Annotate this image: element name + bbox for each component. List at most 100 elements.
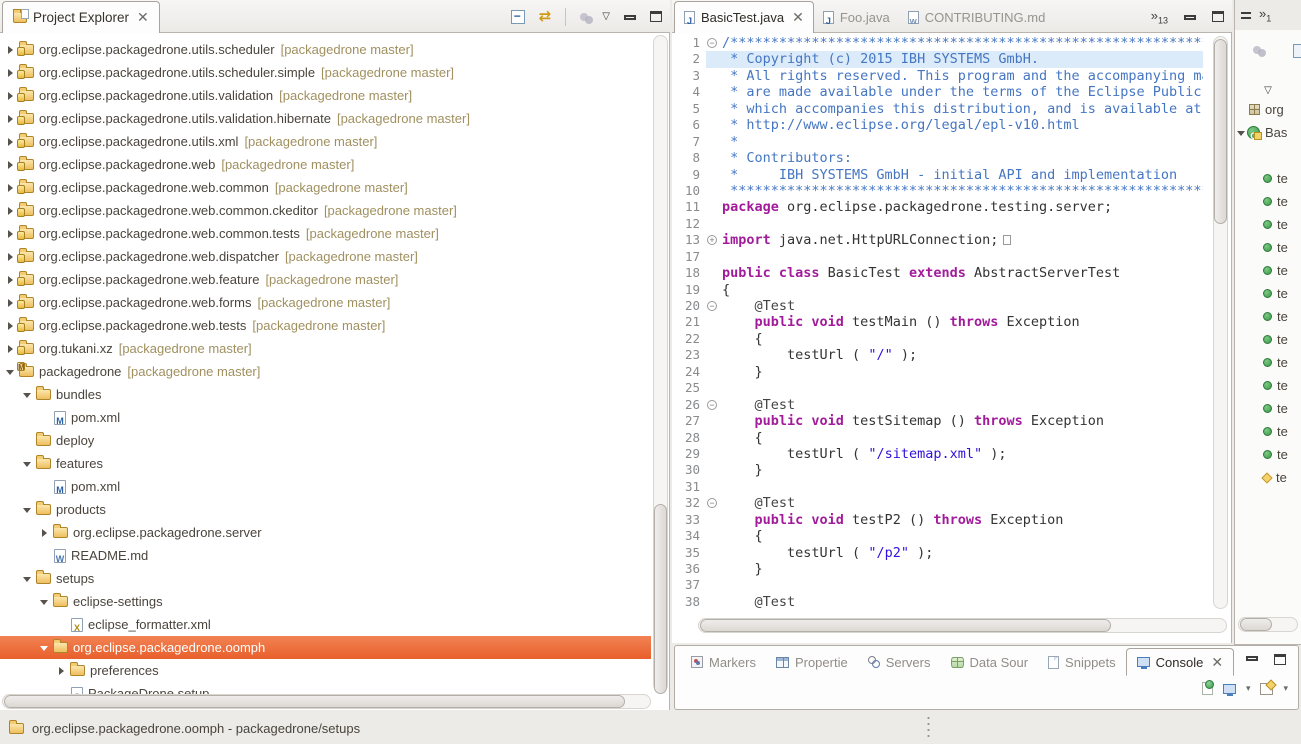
- outline-item[interactable]: te: [1235, 282, 1301, 305]
- outline-item[interactable]: te: [1235, 190, 1301, 213]
- hidden-views-chevron[interactable]: »1: [1259, 6, 1271, 24]
- expand-arrow-icon[interactable]: [6, 68, 16, 78]
- expand-arrow-icon[interactable]: [57, 666, 67, 676]
- expand-arrow-icon[interactable]: [6, 114, 16, 124]
- tree-item[interactable]: org.eclipse.packagedrone.web.forms[packa…: [0, 291, 651, 314]
- maximize-icon[interactable]: [650, 11, 662, 22]
- outline-item[interactable]: te: [1235, 328, 1301, 351]
- collapse-arrow-icon[interactable]: [40, 643, 50, 653]
- outline-item[interactable]: te: [1235, 466, 1301, 489]
- outline-item[interactable]: te: [1235, 443, 1301, 466]
- sash-handle[interactable]: [927, 715, 930, 739]
- fold-collapse-icon[interactable]: −: [707, 301, 717, 311]
- view-menu-icon[interactable]: ▽: [602, 11, 610, 23]
- outline-item[interactable]: te: [1235, 236, 1301, 259]
- scrollbar-thumb[interactable]: [4, 695, 625, 708]
- expand-arrow-icon[interactable]: [6, 206, 16, 216]
- focus-icon[interactable]: [580, 13, 588, 21]
- collapse-arrow-icon[interactable]: [23, 459, 33, 469]
- expand-arrow-icon[interactable]: [6, 344, 16, 354]
- tree-item[interactable]: org.eclipse.packagedrone.web.feature[pac…: [0, 268, 651, 291]
- expand-arrow-icon[interactable]: [6, 321, 16, 331]
- vertical-scrollbar[interactable]: [653, 35, 668, 692]
- dropdown-arrow-icon[interactable]: ▾: [1283, 683, 1288, 694]
- fold-collapse-icon[interactable]: −: [707, 38, 717, 48]
- folded-region-icon[interactable]: [1003, 235, 1011, 245]
- display-selected-console-icon[interactable]: [1223, 684, 1236, 694]
- outline-item[interactable]: te: [1235, 374, 1301, 397]
- expand-arrow-icon[interactable]: [6, 183, 16, 193]
- editor-tab[interactable]: CONTRIBUTING.md: [899, 1, 1055, 33]
- outline-item[interactable]: te: [1235, 420, 1301, 443]
- expand-arrow-icon[interactable]: [6, 229, 16, 239]
- tree-item[interactable]: packagedrone[packagedrone master]: [0, 360, 651, 383]
- tree-item[interactable]: org.eclipse.packagedrone.web.common[pack…: [0, 176, 651, 199]
- link-with-editor-icon[interactable]: ⇄: [539, 10, 552, 24]
- collapse-arrow-icon[interactable]: [40, 597, 50, 607]
- outline-item[interactable]: org: [1235, 98, 1301, 121]
- tree-item[interactable]: org.eclipse.packagedrone.web[packagedron…: [0, 153, 651, 176]
- expand-arrow-icon[interactable]: [6, 252, 16, 262]
- tree-item[interactable]: Xeclipse_formatter.xml: [0, 613, 651, 636]
- minimize-icon[interactable]: [1246, 656, 1258, 661]
- expand-arrow-icon[interactable]: [6, 275, 16, 285]
- outline-item[interactable]: te: [1235, 167, 1301, 190]
- scrollbar-thumb[interactable]: [1214, 39, 1227, 224]
- pin-console-icon[interactable]: [1202, 682, 1213, 695]
- view-tab-markers[interactable]: Markers: [681, 648, 766, 676]
- minimize-icon[interactable]: [1184, 15, 1196, 20]
- tree-item[interactable]: setups: [0, 567, 651, 590]
- view-menu-icon[interactable]: ▽: [1264, 85, 1272, 96]
- collapse-arrow-icon[interactable]: [23, 390, 33, 400]
- tree-item[interactable]: org.eclipse.packagedrone.utils.scheduler…: [0, 61, 651, 84]
- view-tab-snippets[interactable]: Snippets: [1038, 648, 1126, 676]
- expand-arrow-icon[interactable]: [6, 91, 16, 101]
- tree-item[interactable]: org.eclipse.packagedrone.server: [0, 521, 651, 544]
- expand-arrow-icon[interactable]: [6, 160, 16, 170]
- expand-arrow-icon[interactable]: [6, 137, 16, 147]
- tree-item[interactable]: org.eclipse.packagedrone.utils.xml[packa…: [0, 130, 651, 153]
- close-icon[interactable]: ✕: [1211, 654, 1223, 671]
- outline-item[interactable]: te: [1235, 351, 1301, 374]
- clipped-toolbar-icon[interactable]: [1293, 44, 1301, 58]
- tree-item[interactable]: bundles: [0, 383, 651, 406]
- scrollbar-thumb[interactable]: [654, 504, 667, 694]
- tree-item[interactable]: SPackageDrone.setup: [0, 682, 651, 694]
- close-icon[interactable]: ✕: [792, 9, 804, 26]
- minimize-icon[interactable]: [624, 15, 636, 20]
- tree-item[interactable]: products: [0, 498, 651, 521]
- maximize-icon[interactable]: [1212, 11, 1224, 22]
- tree-item[interactable]: deploy: [0, 429, 651, 452]
- fold-collapse-icon[interactable]: −: [707, 498, 717, 508]
- horizontal-scrollbar[interactable]: [2, 694, 651, 709]
- tree-item[interactable]: eclipse-settings: [0, 590, 651, 613]
- scrollbar-thumb[interactable]: [1240, 618, 1272, 631]
- tree-item[interactable]: org.eclipse.packagedrone.web.tests[packa…: [0, 314, 651, 337]
- tree-item[interactable]: org.tukani.xz[packagedrone master]: [0, 337, 651, 360]
- collapse-arrow-icon[interactable]: [23, 574, 33, 584]
- fold-expand-icon[interactable]: +: [707, 235, 717, 245]
- outline-item[interactable]: te: [1235, 213, 1301, 236]
- collapse-arrow-icon[interactable]: [6, 367, 16, 377]
- tree-item[interactable]: org.eclipse.packagedrone.oomph: [0, 636, 651, 659]
- restore-icon[interactable]: [1241, 12, 1251, 19]
- tree-item[interactable]: Mpom.xml: [0, 406, 651, 429]
- close-icon[interactable]: ✕: [137, 9, 149, 26]
- tree-item[interactable]: WREADME.md: [0, 544, 651, 567]
- editor-tab[interactable]: BasicTest.java✕: [674, 1, 814, 33]
- editor-tab[interactable]: Foo.java: [814, 1, 899, 33]
- dropdown-arrow-icon[interactable]: ▾: [1246, 683, 1251, 694]
- expand-arrow-icon[interactable]: [6, 298, 16, 308]
- view-tab-console[interactable]: Console✕: [1126, 648, 1234, 676]
- tree-item[interactable]: org.eclipse.packagedrone.web.dispatcher[…: [0, 245, 651, 268]
- collapse-arrow-icon[interactable]: [1237, 128, 1247, 138]
- focus-icon[interactable]: [1253, 46, 1261, 54]
- outline-item[interactable]: te: [1235, 397, 1301, 420]
- project-explorer-tab[interactable]: Project Explorer ✕: [2, 1, 160, 33]
- collapse-arrow-icon[interactable]: [23, 505, 33, 515]
- vertical-scrollbar[interactable]: [1213, 36, 1228, 609]
- tree-item[interactable]: org.eclipse.packagedrone.web.common.cked…: [0, 199, 651, 222]
- horizontal-scrollbar[interactable]: [698, 618, 1227, 633]
- view-tab-properties[interactable]: Propertie: [766, 648, 858, 676]
- tree-item[interactable]: org.eclipse.packagedrone.web.common.test…: [0, 222, 651, 245]
